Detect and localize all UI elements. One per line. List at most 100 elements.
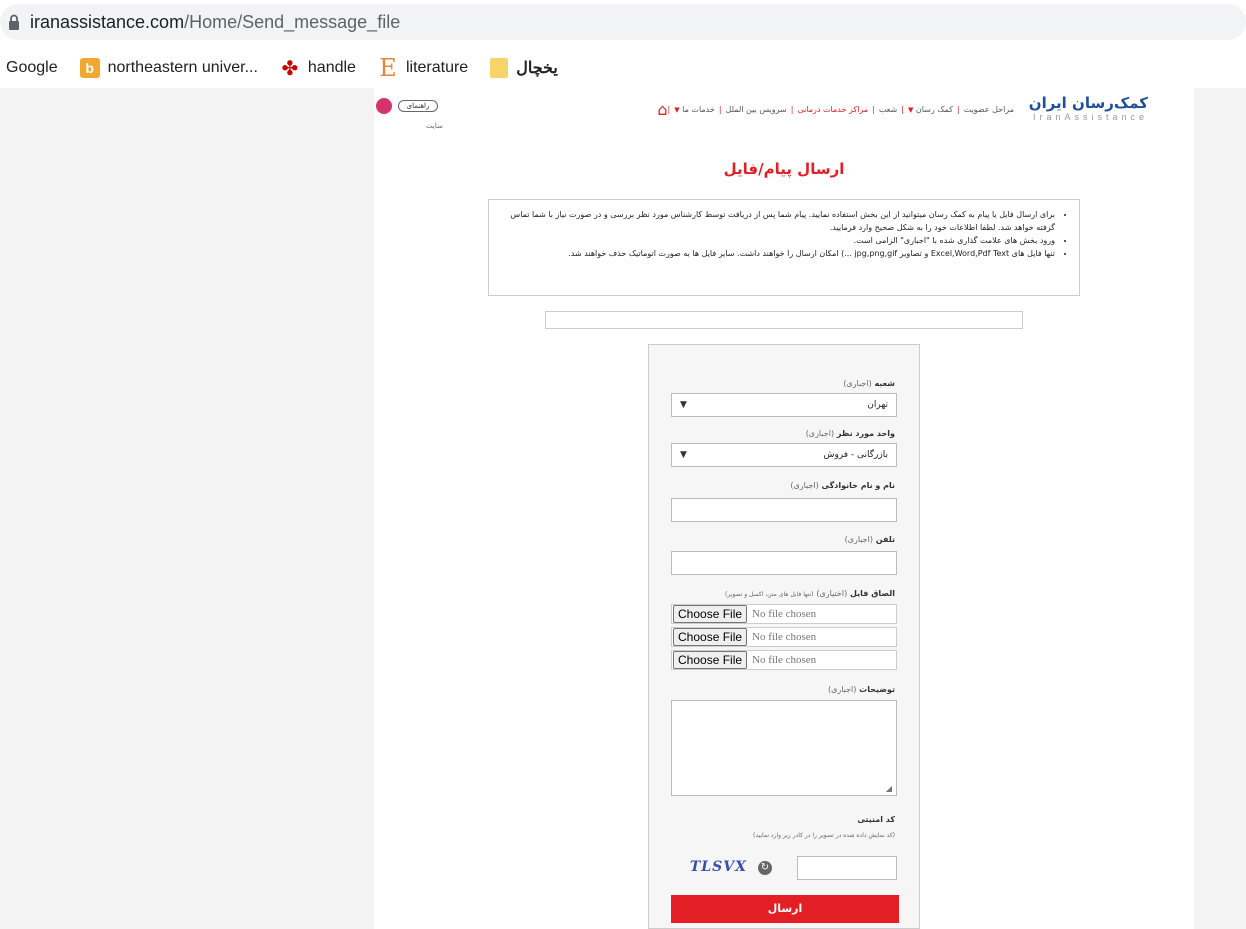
- nav-item-assistant[interactable]: کمک رسان ▼: [904, 105, 957, 114]
- file-input-2[interactable]: Choose File No file chosen: [671, 627, 897, 647]
- chevron-down-icon: ▼: [674, 106, 680, 114]
- nav-item-medical-centers[interactable]: مراکز خدمات درمانی: [793, 105, 872, 114]
- name-input[interactable]: [671, 498, 897, 522]
- help-button[interactable]: راهنمای: [398, 100, 438, 112]
- page-content: کمک‌رسان ایران IranAssistance ⌂ | خدمات …: [374, 88, 1194, 929]
- label-text: الصاق فایل: [850, 589, 895, 598]
- captcha-image: TLSVX: [689, 859, 747, 875]
- nav-item-international[interactable]: سرویس بین الملل: [722, 105, 791, 114]
- bookmark-label: Google: [6, 59, 58, 76]
- required-tag: (اجباری): [843, 379, 872, 388]
- bookmark-label: northeastern univer...: [107, 59, 258, 76]
- bing-icon: b: [79, 58, 100, 78]
- choose-file-button[interactable]: Choose File: [673, 628, 748, 646]
- name-label: نام و نام خانوادگی (اجباری): [790, 481, 895, 490]
- choose-file-button[interactable]: Choose File: [673, 605, 748, 623]
- bookmark-google[interactable]: Google: [6, 59, 58, 77]
- attach-hint: (تنها فایل های متن، اکسل و تصویر): [725, 591, 814, 598]
- notice-item: برای ارسال فایل یا پیام به کمک رسان میتو…: [509, 208, 1055, 234]
- label-text: شعبه: [874, 379, 896, 388]
- no-file-text: No file chosen: [752, 608, 817, 620]
- url-text: iranassistance.com/Home/Send_message_fil…: [30, 12, 400, 33]
- nav-label: خدمات ما: [682, 105, 715, 114]
- resize-handle-icon[interactable]: ◢: [886, 784, 892, 793]
- nav-item-services[interactable]: خدمات ما ▼: [670, 105, 719, 114]
- label-text: نام و نام خانوادگی: [821, 481, 895, 490]
- captcha-hint: (کد نمایش داده شده در تصویر را در کادر ز…: [753, 832, 895, 839]
- url-path: /Home/Send_message_file: [184, 11, 401, 32]
- url-field[interactable]: iranassistance.com/Home/Send_message_fil…: [0, 4, 1246, 40]
- optional-tag: (اختیاری): [816, 589, 848, 598]
- nav-item-branches[interactable]: شعب: [875, 105, 901, 114]
- label-text: توضیحات: [859, 685, 895, 694]
- globe-icon[interactable]: [376, 98, 392, 114]
- required-tag: (اجباری): [827, 685, 857, 694]
- refresh-captcha-icon[interactable]: ↻: [758, 861, 772, 875]
- site-label: سایت: [426, 122, 443, 130]
- branch-value: تهران: [867, 400, 888, 410]
- url-host: iranassistance.com: [30, 11, 185, 32]
- nav-separator: |: [667, 105, 671, 114]
- notice-item: ورود بخش های علامت گذاری شده با "اجباری"…: [509, 234, 1055, 247]
- page-title: ارسال پیام/فایل: [723, 160, 845, 178]
- unit-value: بازرگانی - فروش: [823, 450, 888, 460]
- bookmark-literature[interactable]: E literature: [378, 54, 469, 82]
- page-margin-left: [0, 88, 374, 929]
- required-tag: (اجباری): [844, 535, 873, 544]
- bookmark-label: یخچال: [516, 60, 558, 77]
- message-banner: [545, 311, 1023, 329]
- phone-label: تلفن (اجباری): [845, 535, 895, 544]
- branch-label: شعبه (اجباری): [843, 379, 895, 388]
- captcha-input[interactable]: [797, 856, 897, 880]
- message-form: شعبه (اجباری) تهران ▼ واحد مورد نظر (اجب…: [648, 344, 920, 929]
- notice-item: تنها فایل های Excel,Word,Pdf Text و تصاو…: [509, 247, 1055, 260]
- required-tag: (اجباری): [790, 481, 819, 490]
- label-text: واحد مورد نظر: [836, 429, 895, 438]
- nav-separator: |: [718, 105, 722, 114]
- captcha-label: کد امنیتی: [857, 815, 895, 824]
- submit-button[interactable]: ارسال: [671, 895, 899, 923]
- nav-separator: |: [956, 105, 960, 114]
- bookmark-label: literature: [405, 59, 469, 76]
- nav-separator: |: [901, 105, 904, 114]
- unit-label: واحد مورد نظر (اجباری): [806, 429, 895, 438]
- notice-box: برای ارسال فایل یا پیام به کمک رسان میتو…: [488, 199, 1080, 296]
- dropdown-arrow-icon: ▼: [680, 400, 687, 410]
- bookmark-label: handle: [307, 59, 356, 76]
- logo-main: کمک‌رسان ایران: [1028, 94, 1148, 112]
- lock-icon: [9, 14, 19, 30]
- phone-input[interactable]: [671, 551, 897, 575]
- chevron-down-icon: ▼: [907, 106, 914, 114]
- nav-item-membership[interactable]: مراحل عضویت: [960, 105, 1018, 114]
- description-label: توضیحات (اجباری): [828, 685, 895, 694]
- no-file-text: No file chosen: [752, 654, 817, 666]
- page-margin-right: [1194, 88, 1246, 929]
- logo-text: کمک‌رسان ایران: [1029, 94, 1148, 112]
- choose-file-button[interactable]: Choose File: [673, 651, 748, 669]
- e-icon: E: [379, 54, 397, 82]
- required-tag: (اجباری): [805, 429, 835, 438]
- ti-icon: ✤: [281, 57, 299, 80]
- bookmark-northeastern[interactable]: b northeastern univer...: [79, 58, 258, 78]
- site-logo[interactable]: کمک‌رسان ایران IranAssistance: [1029, 94, 1148, 122]
- nav-separator: |: [872, 105, 875, 114]
- bookmark-handle[interactable]: ✤ handle: [280, 57, 356, 80]
- no-file-text: No file chosen: [752, 631, 817, 643]
- file-input-3[interactable]: Choose File No file chosen: [671, 650, 897, 670]
- nav-label: کمک رسان: [915, 105, 953, 114]
- unit-select[interactable]: بازرگانی - فروش ▼: [671, 443, 897, 467]
- label-text: تلفن: [875, 535, 895, 544]
- home-icon[interactable]: ⌂: [657, 100, 667, 119]
- file-input-1[interactable]: Choose File No file chosen: [671, 604, 897, 624]
- nav-separator: |: [790, 105, 794, 114]
- bookmarks-bar: Google b northeastern univer... ✤ handle…: [0, 48, 1246, 88]
- bookmark-folder[interactable]: یخچال: [490, 58, 558, 78]
- description-textarea[interactable]: ◢: [671, 700, 897, 796]
- folder-icon: [490, 58, 509, 78]
- main-nav: ⌂ | خدمات ما ▼ | سرویس بین الملل | مراکز…: [649, 100, 1018, 119]
- attach-label: الصاق فایل (اختیاری) (تنها فایل های متن،…: [725, 589, 895, 598]
- dropdown-arrow-icon: ▼: [680, 450, 687, 460]
- logo-sub: IranAssistance: [1032, 112, 1148, 122]
- address-bar: iranassistance.com/Home/Send_message_fil…: [0, 0, 1246, 44]
- branch-select[interactable]: تهران ▼: [671, 393, 897, 417]
